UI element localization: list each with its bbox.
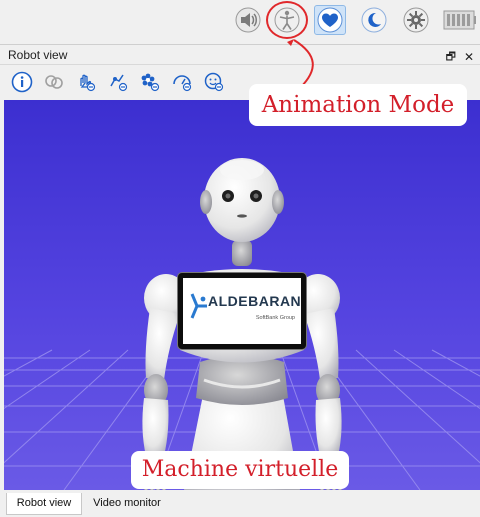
choregraphe-window: Robot view 🗗 ✕ ALDEBARAN SoftBank Group … — [0, 0, 480, 517]
annotation-arrow — [287, 39, 314, 89]
animation-mode-callout: Animation Mode — [249, 84, 467, 126]
virtual-machine-callout: Machine virtuelle — [131, 451, 349, 489]
